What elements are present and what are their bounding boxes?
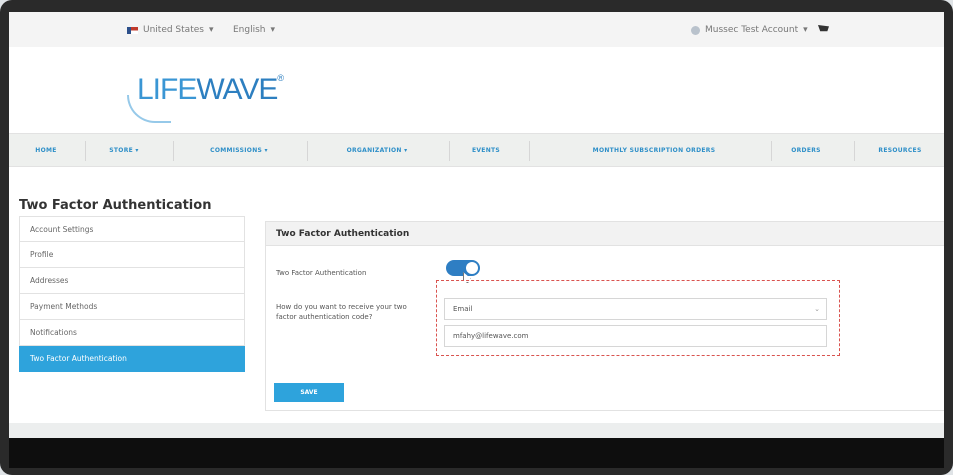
device-bottom-bezel <box>9 438 944 468</box>
nav-home[interactable]: HOME <box>21 134 71 168</box>
language-selector[interactable]: English ▾ <box>233 25 275 35</box>
lifewave-logo[interactable]: LIFEWAVE® <box>137 73 284 107</box>
account-menu[interactable]: Mussec Test Account ▾ <box>691 25 808 35</box>
nav-commissions[interactable]: COMMISSIONS ▾ <box>194 134 284 168</box>
settings-sidebar: Account Settings Profile Addresses Payme… <box>19 216 245 372</box>
language-label: English <box>233 25 266 35</box>
chevron-down-icon: ⌄ <box>814 305 820 313</box>
nav-monthly-subscription-orders[interactable]: MONTHLY SUBSCRIPTION ORDERS <box>559 134 749 168</box>
method-question-label: How do you want to receive your two fact… <box>276 303 407 321</box>
save-button[interactable]: SAVE <box>274 383 344 402</box>
nav-divider <box>854 141 855 161</box>
nav-organization[interactable]: ORGANIZATION ▾ <box>327 134 427 168</box>
main-nav: HOME STORE ▾ COMMISSIONS ▾ ORGANIZATION … <box>9 133 944 167</box>
sidebar-item-profile[interactable]: Profile <box>19 242 245 268</box>
nav-divider <box>173 141 174 161</box>
panel-title: Two Factor Authentication <box>266 222 944 246</box>
page-title: Two Factor Authentication <box>19 198 212 213</box>
sidebar-item-account-settings[interactable]: Account Settings <box>19 216 245 242</box>
nav-resources[interactable]: RESOURCES <box>864 134 936 168</box>
browser-screen: United States ▾ English ▾ Mussec Test Ac… <box>9 12 944 438</box>
method-select-value: Email <box>453 305 473 313</box>
nav-orders[interactable]: ORDERS <box>781 134 831 168</box>
country-selector[interactable]: United States ▾ <box>127 25 213 35</box>
nav-divider <box>307 141 308 161</box>
two-factor-panel: Two Factor Authentication Two Factor Aut… <box>265 221 944 411</box>
email-field[interactable]: mfahy@lifewave.com <box>444 325 827 347</box>
toggle-knob <box>466 262 478 274</box>
sidebar-item-payment-methods[interactable]: Payment Methods <box>19 294 245 320</box>
cart-icon <box>818 25 829 32</box>
country-label: United States <box>143 25 204 35</box>
cart-button[interactable] <box>818 25 829 34</box>
header: LIFEWAVE® <box>9 47 944 133</box>
method-select[interactable]: Email ⌄ <box>444 298 827 320</box>
nav-divider <box>449 141 450 161</box>
sidebar-item-addresses[interactable]: Addresses <box>19 268 245 294</box>
utility-bar: United States ▾ English ▾ Mussec Test Ac… <box>9 12 944 47</box>
nav-events[interactable]: EVENTS <box>461 134 511 168</box>
nav-divider <box>529 141 530 161</box>
nav-divider <box>771 141 772 161</box>
nav-store[interactable]: STORE ▾ <box>99 134 149 168</box>
chevron-down-icon: ▾ <box>803 25 808 35</box>
nav-divider <box>85 141 86 161</box>
sidebar-item-notifications[interactable]: Notifications <box>19 320 245 346</box>
account-label: Mussec Test Account <box>705 25 799 35</box>
footer-band <box>9 423 944 438</box>
toggle-label: Two Factor Authentication <box>276 269 367 277</box>
flag-us-icon <box>127 26 138 34</box>
chevron-down-icon: ▾ <box>270 25 276 35</box>
chevron-down-icon: ▾ <box>208 25 214 35</box>
user-icon <box>691 25 700 35</box>
sidebar-item-two-factor-authentication[interactable]: Two Factor Authentication <box>19 346 245 372</box>
